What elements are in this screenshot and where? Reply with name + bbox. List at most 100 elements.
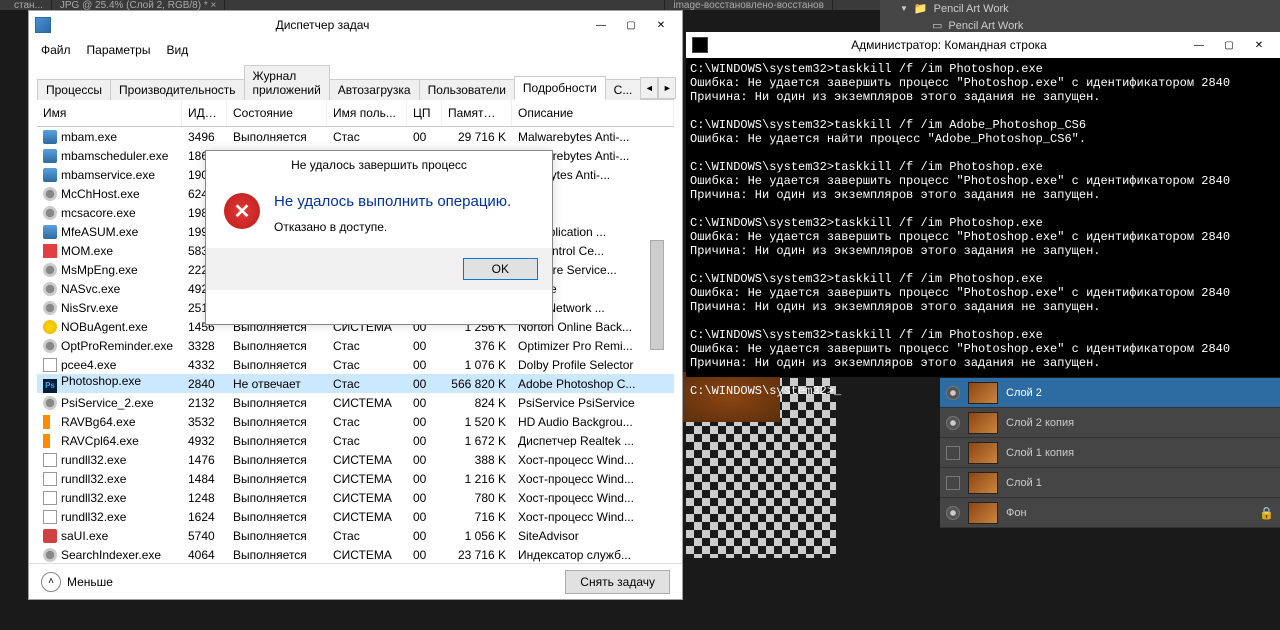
tab-2[interactable]: Журнал приложений — [244, 65, 330, 101]
layer-row[interactable]: Слой 2 копия — [940, 408, 1280, 438]
minimize-button[interactable]: — — [586, 15, 616, 35]
tabs: ПроцессыПроизводительностьЖурнал приложе… — [37, 63, 674, 100]
menu-options[interactable]: Параметры — [79, 41, 159, 59]
cmd-output[interactable]: C:\WINDOWS\system32>taskkill /f /im Phot… — [686, 58, 1280, 402]
table-row[interactable]: OptProReminder.exe3328ВыполняетсяСтас003… — [37, 336, 674, 355]
visibility-eye-icon[interactable] — [946, 506, 960, 520]
process-icon — [43, 244, 57, 258]
table-row[interactable]: saUI.exe5740ВыполняетсяСтас001 056 KSite… — [37, 526, 674, 545]
table-row[interactable]: RAVCpl64.exe4932ВыполняетсяСтас001 672 K… — [37, 431, 674, 450]
cmd-titlebar[interactable]: Администратор: Командная строка — ▢ ✕ — [686, 32, 1280, 58]
visibility-box[interactable] — [946, 476, 960, 490]
layer-row[interactable]: Слой 1 копия — [940, 438, 1280, 468]
process-icon — [43, 168, 57, 182]
process-icon — [43, 263, 57, 277]
photoshop-canvas[interactable] — [686, 378, 836, 558]
col-desc[interactable]: Описание — [512, 100, 674, 126]
photoshop-doc-tabs: стан... JPG @ 25.4% (Слой 2, RGB/8) * × … — [0, 0, 880, 10]
tab-5[interactable]: Подробности — [514, 76, 606, 100]
process-icon: Ps — [43, 379, 57, 393]
process-icon — [43, 225, 57, 239]
menubar: Файл Параметры Вид — [29, 39, 682, 61]
layer-name: Фон — [1006, 507, 1027, 519]
table-row[interactable]: rundll32.exe1624ВыполняетсяСИСТЕМА00716 … — [37, 507, 674, 526]
table-row[interactable]: rundll32.exe1248ВыполняетсяСИСТЕМА00780 … — [37, 488, 674, 507]
maximize-button[interactable]: ▢ — [1214, 35, 1244, 55]
tab-4[interactable]: Пользователи — [419, 79, 515, 101]
process-icon — [43, 548, 57, 562]
tab-1[interactable]: Производительность — [110, 79, 244, 101]
layer-thumbnail — [968, 412, 998, 434]
dialog-sub-text: Отказано в доступе. — [274, 220, 511, 234]
table-header: Имя ИД п... Состояние Имя поль... ЦП Пам… — [37, 100, 674, 127]
col-name[interactable]: Имя — [37, 100, 182, 126]
folder-label: Pencil Art Work — [948, 20, 1023, 32]
table-row[interactable]: PsiService_2.exe2132ВыполняетсяСИСТЕМА00… — [37, 393, 674, 412]
error-icon: ✕ — [224, 193, 260, 229]
ps-tab[interactable]: JPG @ 25.4% (Слой 2, RGB/8) * × — [52, 0, 225, 10]
chevron-down-icon: ▼ — [900, 4, 908, 13]
process-icon — [43, 396, 57, 410]
minimize-button[interactable]: — — [1184, 35, 1214, 55]
photoshop-layers-panel-top: ▼ 📁 Pencil Art Work ▭ Pencil Art Work — [880, 0, 1280, 32]
process-icon — [43, 206, 57, 220]
table-row[interactable]: RAVBg64.exe3532ВыполняетсяСтас001 520 KH… — [37, 412, 674, 431]
close-button[interactable]: ✕ — [646, 15, 676, 35]
end-task-button[interactable]: Снять задачу — [565, 570, 670, 594]
tab-nav[interactable]: ◄ — [640, 77, 658, 99]
doc-icon: ▭ — [932, 19, 942, 32]
scrollbar-thumb[interactable] — [650, 240, 664, 350]
col-mem[interactable]: Память (ч... — [442, 100, 512, 126]
chevron-up-icon: ˄ — [41, 572, 61, 592]
table-row[interactable]: PsPhotoshop.exe2840Не отвечаетСтас00566 … — [37, 374, 674, 393]
process-icon — [43, 339, 57, 353]
table-row[interactable]: rundll32.exe1476ВыполняетсяСИСТЕМА00388 … — [37, 450, 674, 469]
process-icon — [43, 130, 57, 144]
folder-row[interactable]: ▼ 📁 Pencil Art Work — [880, 0, 1280, 17]
layer-thumbnail — [968, 472, 998, 494]
table-row[interactable]: pcee4.exe4332ВыполняетсяСтас001 076 KDol… — [37, 355, 674, 374]
col-cpu[interactable]: ЦП — [407, 100, 442, 126]
process-icon — [43, 491, 57, 505]
dialog-main-text: Не удалось выполнить операцию. — [274, 193, 511, 210]
cmd-title: Администратор: Командная строка — [714, 38, 1184, 52]
tab-nav[interactable]: ► — [658, 77, 676, 99]
process-icon — [43, 358, 57, 372]
layer-thumbnail — [968, 442, 998, 464]
ps-tab[interactable]: image-восстановлено-восстанов — [665, 0, 833, 10]
layer-row[interactable]: Слой 1 — [940, 468, 1280, 498]
col-state[interactable]: Состояние — [227, 100, 327, 126]
process-icon — [43, 301, 57, 315]
tab-6[interactable]: С... — [605, 79, 642, 101]
table-row[interactable]: rundll32.exe1484ВыполняетсяСИСТЕМА001 21… — [37, 469, 674, 488]
titlebar[interactable]: Диспетчер задач — ▢ ✕ — [29, 11, 682, 39]
folder-icon: 📁 — [914, 2, 928, 15]
process-icon — [43, 434, 57, 448]
cmd-icon — [692, 37, 708, 53]
process-icon — [43, 187, 57, 201]
process-icon — [43, 415, 57, 429]
error-dialog: Не удалось завершить процесс ✕ Не удалос… — [205, 150, 553, 325]
lock-icon: 🔒 — [1259, 506, 1274, 520]
ps-tab[interactable]: стан... — [6, 0, 52, 10]
close-button[interactable]: ✕ — [1244, 35, 1274, 55]
bottombar: ˄ Меньше Снять задачу — [29, 563, 682, 599]
visibility-box[interactable] — [946, 446, 960, 460]
table-row[interactable]: SearchIndexer.exe4064ВыполняетсяСИСТЕМА0… — [37, 545, 674, 563]
process-icon — [43, 453, 57, 467]
menu-file[interactable]: Файл — [33, 41, 79, 59]
maximize-button[interactable]: ▢ — [616, 15, 646, 35]
table-row[interactable]: mbam.exe3496ВыполняетсяСтас0029 716 KMal… — [37, 127, 674, 146]
ok-button[interactable]: OK — [463, 258, 538, 280]
layer-row[interactable]: Фон 🔒 — [940, 498, 1280, 528]
col-pid[interactable]: ИД п... — [182, 100, 227, 126]
col-user[interactable]: Имя поль... — [327, 100, 407, 126]
tab-3[interactable]: Автозагрузка — [329, 79, 420, 101]
tab-0[interactable]: Процессы — [37, 79, 111, 101]
fewer-details-button[interactable]: ˄ Меньше — [41, 572, 113, 592]
visibility-eye-icon[interactable] — [946, 416, 960, 430]
ps-tab[interactable] — [225, 0, 665, 10]
fewer-label: Меньше — [67, 575, 113, 589]
process-icon — [43, 510, 57, 524]
menu-view[interactable]: Вид — [158, 41, 196, 59]
